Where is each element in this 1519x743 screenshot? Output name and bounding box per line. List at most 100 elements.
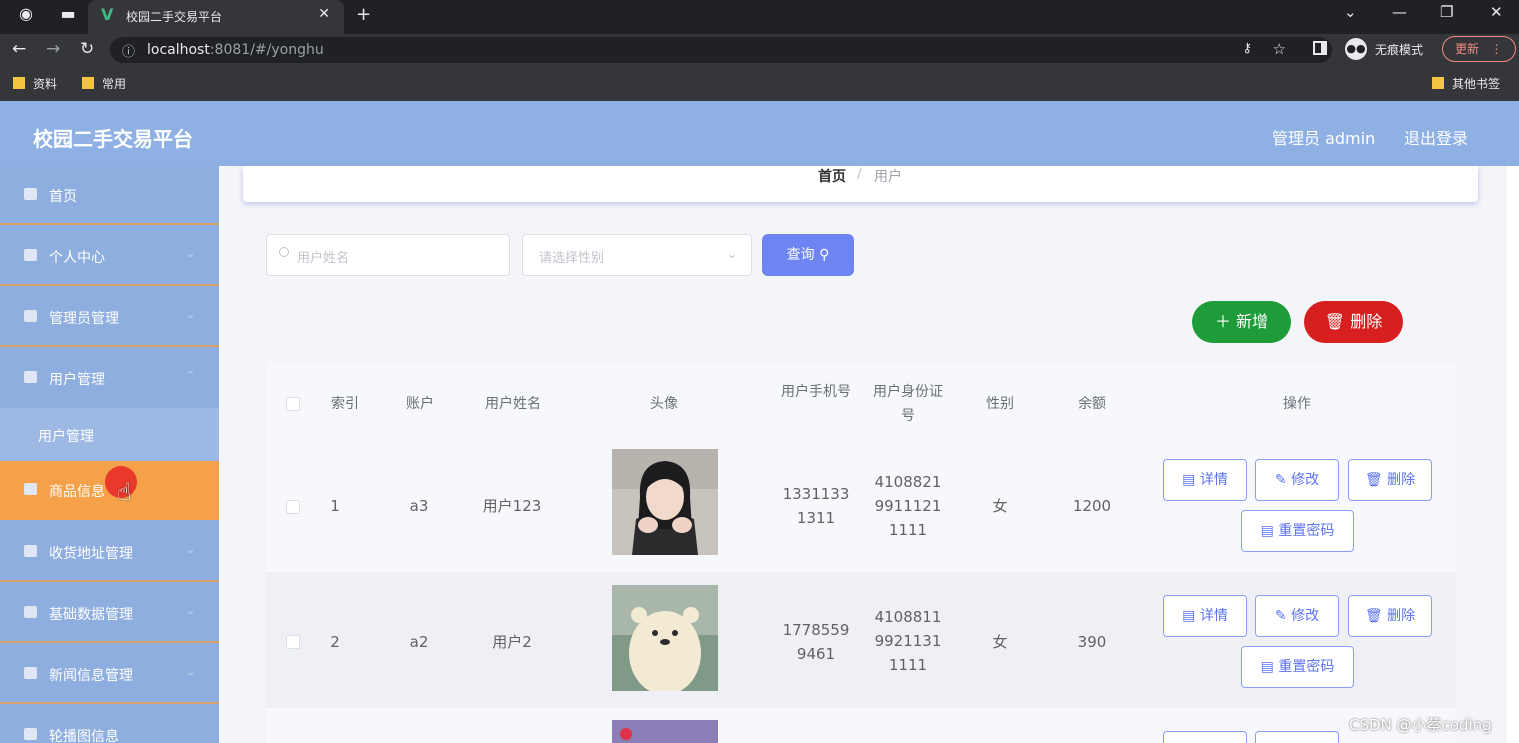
password-key-icon[interactable]: ⚷: [1242, 41, 1252, 56]
th-index[interactable]: 索引: [320, 392, 370, 416]
url-text: localhost:8081/#/yonghu: [147, 42, 324, 58]
cell-index: 2: [330, 633, 340, 651]
row-delete-button[interactable]: 🗑 删除: [1348, 459, 1432, 501]
breadcrumb-current: 用户: [874, 169, 902, 185]
gender-select[interactable]: 请选择性别 ⌄: [522, 234, 752, 276]
minimize-icon[interactable]: —: [1392, 3, 1407, 21]
home-icon: [24, 188, 37, 200]
edit-button[interactable]: ✎ 修改: [1255, 459, 1339, 501]
folder-icon: [13, 77, 25, 89]
detail-button[interactable]: ▤ 详情: [1163, 595, 1247, 637]
address-bar[interactable]: ⓘ localhost:8081/#/yonghu ⚷ ☆: [110, 37, 1332, 63]
query-button[interactable]: 查询 ⚲: [762, 234, 854, 276]
cell-id-card-text: 410882199111211111: [874, 473, 942, 539]
tab-close-icon[interactable]: ✕: [318, 6, 330, 22]
sidebar-item-user-manage[interactable]: 用户管理 ⌃: [0, 349, 219, 408]
cell-balance: 390: [1077, 633, 1107, 651]
chevron-up-icon: ⌃: [186, 369, 196, 382]
avatar[interactable]: [612, 449, 718, 555]
back-icon[interactable]: ←: [12, 39, 26, 59]
document-icon: ▤: [1260, 659, 1274, 675]
breadcrumb-home[interactable]: 首页: [818, 166, 846, 186]
bookmarks-bar: 资料 常用 其他书签: [0, 66, 1519, 101]
sidebar-item-base-data[interactable]: 基础数据管理 ⌄: [0, 584, 219, 643]
browser-tab[interactable]: V 校园二手交易平台 ✕: [88, 0, 344, 34]
cell-account: a3: [409, 497, 429, 515]
sidebar-item-label: 个人中心: [49, 250, 105, 266]
select-all-checkbox[interactable]: [286, 397, 300, 411]
update-button[interactable]: 更新 ⋮: [1442, 36, 1516, 62]
admin-icon: [24, 310, 37, 322]
th-account[interactable]: 账户: [395, 392, 445, 416]
tab-search-icon[interactable]: ▬: [54, 3, 82, 25]
th-balance[interactable]: 余额: [1067, 392, 1117, 416]
side-panel-icon[interactable]: [1313, 41, 1327, 55]
row-checkbox[interactable]: [286, 635, 300, 649]
tab-list-chevron-icon[interactable]: ⌄: [1344, 3, 1357, 21]
batch-delete-button[interactable]: 🗑 删除: [1304, 301, 1403, 343]
sidebar-item-admin-manage[interactable]: 管理员管理 ⌄: [0, 288, 219, 347]
news-icon: [24, 667, 37, 679]
row-checkbox[interactable]: [286, 500, 300, 514]
reset-button-label: 重置密码: [1278, 659, 1335, 675]
plus-icon: ＋: [1214, 312, 1231, 331]
th-gender[interactable]: 性别: [975, 392, 1025, 416]
chevron-down-icon: ⌄: [726, 247, 737, 261]
logout-link[interactable]: 退出登录: [1404, 125, 1468, 149]
site-info-icon[interactable]: ⓘ: [122, 41, 135, 60]
delete-button-label: 删除: [1387, 608, 1416, 624]
new-tab-icon[interactable]: +: [356, 4, 371, 25]
forward-icon[interactable]: →: [46, 39, 60, 59]
chevron-down-icon: ⌄: [186, 604, 196, 617]
th-name[interactable]: 用户姓名: [470, 392, 556, 416]
close-window-icon[interactable]: ✕: [1490, 3, 1503, 21]
reload-icon[interactable]: ↻: [80, 39, 94, 59]
cell-phone: 17785599461: [776, 618, 856, 666]
sidebar-item-carousel[interactable]: 轮播图信息: [0, 706, 219, 743]
add-button[interactable]: ＋ 新增: [1192, 301, 1291, 343]
breadcrumb: 首页 / 用户: [243, 166, 1478, 202]
sidebar-item-label: 用户管理: [49, 372, 105, 388]
edit-button[interactable]: ✎ 修改: [1255, 595, 1339, 637]
sidebar-item-home[interactable]: 首页: [0, 166, 219, 225]
search-icon: [279, 247, 289, 257]
sidebar-item-address[interactable]: 收货地址管理 ⌄: [0, 523, 219, 582]
reset-password-button[interactable]: ▤ 重置密码: [1241, 510, 1354, 552]
sidebar-item-label: 首页: [49, 189, 77, 205]
scrollbar[interactable]: [1505, 166, 1519, 743]
edit-button-label: 修改: [1291, 608, 1320, 624]
avatar[interactable]: [612, 585, 718, 691]
cell-phone-text: 17785599461: [782, 621, 850, 663]
th-phone[interactable]: 用户手机号: [781, 380, 851, 404]
row-delete-button[interactable]: 🗑 删除: [1348, 595, 1432, 637]
vue-favicon-icon: V: [101, 5, 114, 24]
update-label: 更新: [1455, 42, 1480, 56]
user-name-search-input[interactable]: 用户姓名: [266, 234, 510, 276]
avatar[interactable]: [612, 720, 718, 743]
bookmark-folder-2[interactable]: 常用: [82, 75, 126, 92]
trash-icon: 🗑: [1364, 608, 1383, 624]
reset-button-label: 重置密码: [1278, 523, 1335, 539]
edit-button[interactable]: [1255, 731, 1339, 743]
reset-password-button[interactable]: ▤ 重置密码: [1241, 646, 1354, 688]
cell-id-card: 410882199111211111: [868, 470, 948, 542]
detail-button[interactable]: ▤ 详情: [1163, 459, 1247, 501]
sidebar-item-profile[interactable]: 个人中心 ⌄: [0, 227, 219, 286]
carousel-icon: [24, 728, 37, 740]
bookmark-star-icon[interactable]: ☆: [1273, 40, 1286, 58]
browser-app-icon[interactable]: ◉: [12, 3, 40, 25]
incognito-icon[interactable]: ●●: [1345, 38, 1367, 60]
th-id-card[interactable]: 用户身份证号: [873, 380, 943, 428]
bookmark-folder-1[interactable]: 资料: [13, 75, 57, 92]
cell-name: 用户2: [492, 633, 532, 651]
restore-icon[interactable]: ❐: [1440, 3, 1453, 21]
sidebar-subitem-user-manage[interactable]: 用户管理: [0, 408, 219, 461]
detail-button[interactable]: [1163, 731, 1247, 743]
cell-account: a2: [409, 633, 429, 651]
th-avatar[interactable]: 头像: [624, 392, 704, 416]
th-operations: 操作: [1283, 396, 1311, 412]
detail-button-label: 详情: [1199, 608, 1228, 624]
other-bookmarks[interactable]: 其他书签: [1432, 75, 1500, 92]
chevron-down-icon: ⌄: [186, 247, 196, 260]
sidebar-item-news[interactable]: 新闻信息管理 ⌄: [0, 645, 219, 704]
